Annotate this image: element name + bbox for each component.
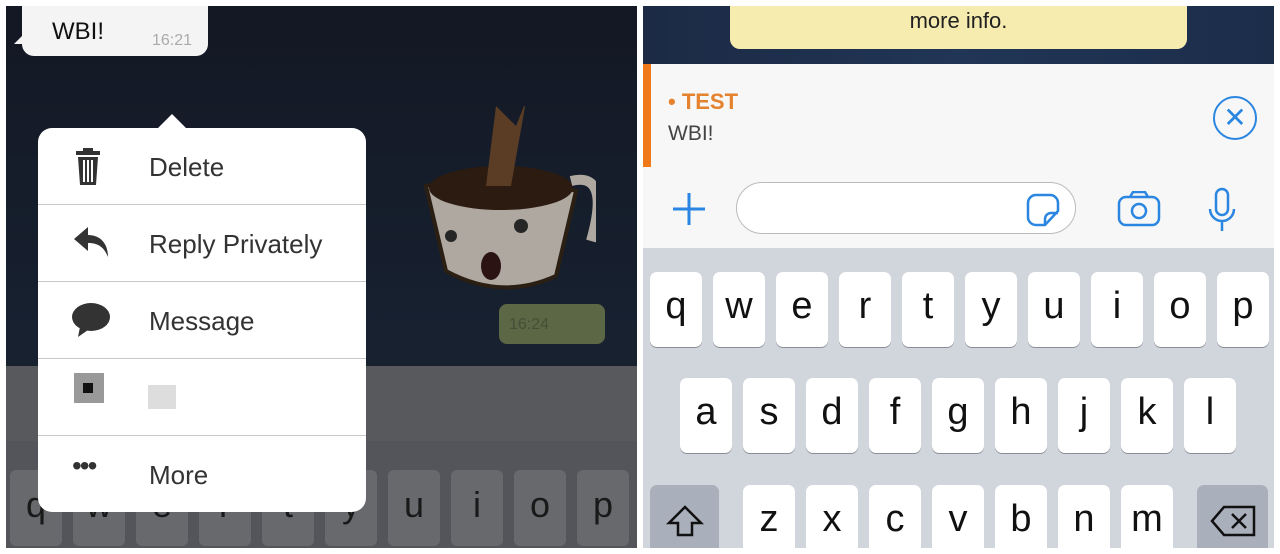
reply-accent-bar [643, 64, 651, 167]
message-time: 16:21 [151, 32, 192, 49]
key[interactable]: k [1121, 378, 1173, 453]
key[interactable]: g [932, 378, 984, 453]
key[interactable]: h [995, 378, 1047, 453]
key[interactable]: w [713, 272, 765, 347]
microphone-icon[interactable] [1207, 187, 1237, 233]
chat-background: more info. [643, 6, 1274, 64]
reply-icon [72, 225, 112, 263]
key[interactable]: d [806, 378, 858, 453]
reply-preview: • TEST WBI! ✕ [643, 64, 1274, 167]
key[interactable]: y [965, 272, 1017, 347]
reply-compose-screen: more info. • TEST WBI! ✕ qwertyuiop asdfg… [643, 6, 1274, 548]
input-toolbar [643, 167, 1274, 248]
info-notice: more info. [730, 6, 1187, 49]
key[interactable]: x [806, 485, 858, 548]
shift-key-icon[interactable] [650, 485, 719, 548]
key[interactable]: r [839, 272, 891, 347]
key[interactable]: j [1058, 378, 1110, 453]
group-chat-screen: 16:24 q w e r t y u i o p WBI! 16:21 Del… [6, 6, 637, 548]
key[interactable]: l [1184, 378, 1236, 453]
key[interactable]: m [1121, 485, 1173, 548]
ellipsis-icon: ••• [72, 450, 97, 481]
message-input[interactable] [736, 182, 1076, 234]
sticker-icon[interactable] [1025, 193, 1061, 227]
pixelated-icon [83, 383, 93, 393]
menu-item-message[interactable]: Message [38, 282, 366, 359]
reply-text: WBI! [668, 122, 714, 145]
key[interactable]: v [932, 485, 984, 548]
key[interactable]: p [1217, 272, 1269, 347]
reply-sender: • TEST [668, 89, 739, 114]
context-menu: Delete Reply Privately Message ••• More [38, 114, 366, 513]
key[interactable]: t [902, 272, 954, 347]
menu-item-pixelated[interactable] [38, 359, 366, 436]
key[interactable]: u [1028, 272, 1080, 347]
key[interactable]: a [680, 378, 732, 453]
key[interactable]: f [869, 378, 921, 453]
menu-label: Reply Privately [149, 229, 323, 259]
backspace-key-icon[interactable] [1197, 485, 1268, 548]
key[interactable]: q [650, 272, 702, 347]
menu-label: Delete [149, 152, 225, 182]
menu-item-reply-privately[interactable]: Reply Privately [38, 205, 366, 282]
key[interactable]: e [776, 272, 828, 347]
key[interactable]: o [1154, 272, 1206, 347]
menu-item-delete[interactable]: Delete [38, 128, 366, 205]
key[interactable]: c [869, 485, 921, 548]
message-text: WBI! [52, 18, 104, 45]
speech-bubble-icon [72, 302, 112, 340]
key[interactable]: b [995, 485, 1047, 548]
menu-label: Message [149, 306, 255, 336]
pixelated-label [148, 385, 176, 409]
key[interactable]: s [743, 378, 795, 453]
menu-item-more[interactable]: ••• More [38, 436, 366, 513]
menu-label: More [149, 460, 209, 490]
key[interactable]: z [743, 485, 795, 548]
close-reply-icon[interactable]: ✕ [1213, 96, 1257, 140]
plus-icon[interactable] [671, 191, 707, 227]
trash-icon [72, 148, 112, 186]
key[interactable]: i [1091, 272, 1143, 347]
camera-icon[interactable] [1117, 191, 1161, 227]
key[interactable]: n [1058, 485, 1110, 548]
message-bubble[interactable]: WBI! 16:21 [14, 6, 208, 56]
